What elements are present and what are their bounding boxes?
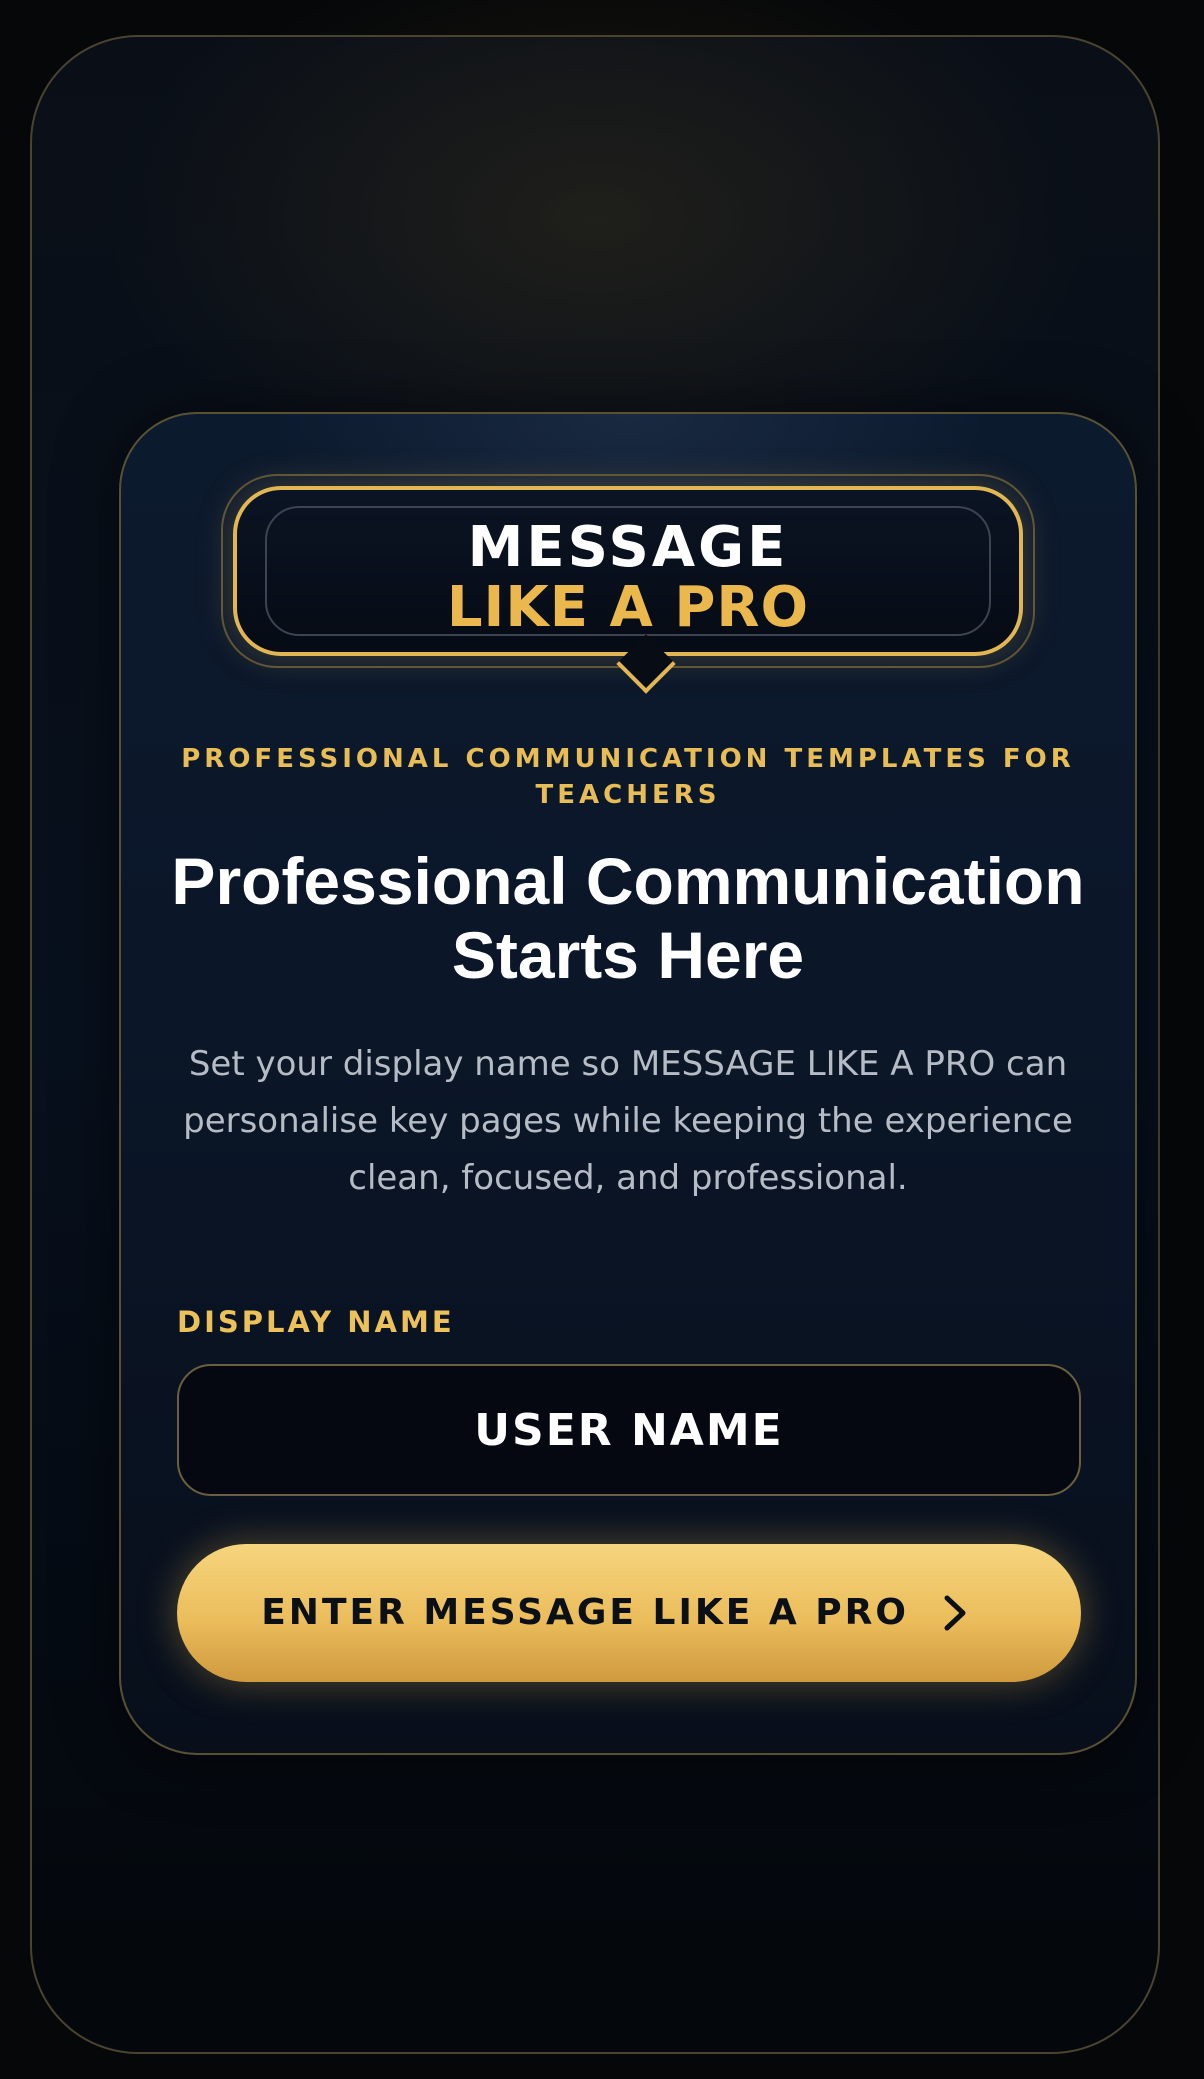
intro-text: Set your display name so MESSAGE LIKE A …	[183, 1044, 1073, 1198]
welcome-card: MESSAGE LIKE A PRO PROFESSIONAL COMMUNIC…	[119, 412, 1137, 1755]
logo-line-1: MESSAGE	[467, 515, 789, 580]
page-title: Professional Communication Starts Here	[171, 844, 1085, 992]
enter-button-label: ENTER MESSAGE LIKE A PRO	[261, 1592, 909, 1633]
tagline: PROFESSIONAL COMMUNICATION TEMPLATES FOR…	[181, 744, 1075, 810]
display-name-input[interactable]	[177, 1364, 1081, 1496]
chevron-right-icon	[933, 1592, 975, 1634]
logo-badge-pointer	[616, 634, 676, 694]
enter-button[interactable]: ENTER MESSAGE LIKE A PRO	[177, 1544, 1081, 1682]
page: MESSAGE LIKE A PRO PROFESSIONAL COMMUNIC…	[0, 0, 1204, 2079]
logo-badge: MESSAGE LIKE A PRO	[221, 474, 1035, 694]
phone-frame: MESSAGE LIKE A PRO PROFESSIONAL COMMUNIC…	[30, 35, 1160, 2054]
logo-line-2: LIKE A PRO	[446, 575, 810, 640]
display-name-label: DISPLAY NAME	[177, 1305, 455, 1339]
logo-badge-body: MESSAGE LIKE A PRO	[233, 486, 1023, 694]
